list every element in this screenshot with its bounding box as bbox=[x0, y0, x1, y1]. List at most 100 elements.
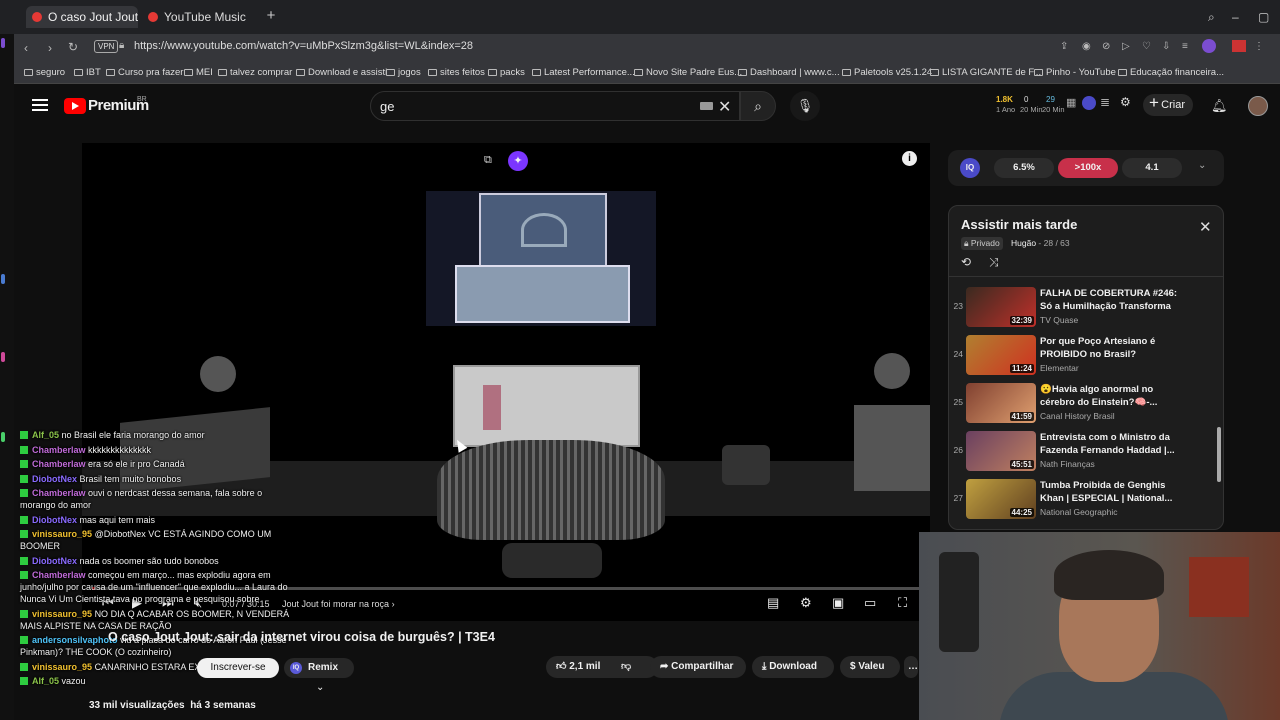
playlist-item-channel[interactable]: TV Quase bbox=[1040, 315, 1078, 325]
profile-icon[interactable] bbox=[1202, 39, 1216, 53]
voice-search-mic-icon[interactable]: 🎙︎ bbox=[790, 91, 820, 121]
chat-username[interactable]: DiobotNex bbox=[32, 474, 77, 484]
bookmark-item[interactable]: Download e assisti bbox=[296, 67, 387, 78]
playlist-item-channel[interactable]: Elementar bbox=[1040, 363, 1079, 373]
playlist-item-title[interactable]: FALHA DE COBERTURA #246: Só a Humilhação… bbox=[1040, 287, 1185, 313]
chat-username[interactable]: DiobotNex bbox=[32, 515, 77, 525]
bookmark-item[interactable]: Pinho - YouTube bbox=[1034, 67, 1116, 78]
download-button[interactable]: ⤓ Download bbox=[752, 656, 834, 678]
iq-logo-icon[interactable]: IQ bbox=[960, 158, 980, 178]
rail-marker[interactable] bbox=[1, 38, 5, 48]
bookmark-item[interactable]: sites feitos bbox=[428, 67, 485, 78]
more-vert-icon[interactable]: ⋮ bbox=[1254, 41, 1264, 52]
playlist-scrollbar[interactable] bbox=[1217, 427, 1221, 482]
subscribe-button[interactable]: Inscrever-se bbox=[197, 658, 279, 678]
remix-button[interactable]: Remix ⌄ bbox=[284, 658, 354, 693]
playlist-item[interactable]: 26 45:51 Entrevista com o Ministro da Faze… bbox=[949, 429, 1217, 475]
sparkle-ai-icon[interactable]: ✦ bbox=[508, 151, 528, 171]
youtube-logo-icon[interactable] bbox=[64, 98, 86, 114]
subtitles-icon[interactable]: ▤ bbox=[767, 595, 779, 611]
chat-username[interactable]: vinissauro_95 bbox=[32, 662, 92, 672]
chat-username[interactable]: Chamberlaw bbox=[32, 570, 86, 580]
chat-username[interactable]: Chamberlaw bbox=[32, 445, 86, 455]
playlist-item-channel[interactable]: National Geographic bbox=[1040, 507, 1118, 517]
bookmark-item[interactable]: LISTA GIGANTE de F... bbox=[930, 67, 1041, 78]
miniplayer-icon[interactable]: ▣ bbox=[832, 595, 844, 611]
hamburger-menu-icon[interactable] bbox=[32, 99, 48, 111]
playlist-item-title[interactable]: Tumba Proibida de Genghis Khan | ESPECIA… bbox=[1040, 479, 1185, 505]
fullscreen-icon[interactable]: ⛶ bbox=[898, 595, 907, 611]
menu-lines-icon[interactable]: ≡ bbox=[1182, 41, 1188, 52]
bookmark-item[interactable]: Novo Site Padre Eus... bbox=[634, 67, 742, 78]
bookmark-item[interactable]: MEI bbox=[184, 67, 213, 78]
vpn-badge[interactable]: VPN bbox=[94, 40, 119, 53]
playlist-item-title[interactable]: Por que Poço Artesiano é PROIBIDO no Bra… bbox=[1040, 335, 1185, 361]
bookmark-item[interactable]: Curso pra fazer bbox=[106, 67, 183, 78]
search-input[interactable]: ge bbox=[380, 99, 394, 114]
grid-icon[interactable]: ▦ bbox=[1066, 96, 1076, 109]
copy-icon[interactable]: ⧉ bbox=[484, 154, 500, 170]
extension-icon[interactable] bbox=[1232, 40, 1246, 52]
iq-metric-highlight[interactable]: >100x bbox=[1058, 158, 1118, 178]
bookmark-item[interactable]: Dashboard | www.c... bbox=[738, 67, 840, 78]
chat-username[interactable]: andersonsilvaphoto bbox=[32, 635, 118, 645]
bookmark-item[interactable]: talvez comprar bbox=[218, 67, 292, 78]
list-icon[interactable]: ≣ bbox=[1100, 95, 1110, 109]
bookmark-item[interactable]: seguro bbox=[24, 67, 65, 78]
video-thumbnail[interactable]: 11:24 bbox=[966, 335, 1036, 375]
lock-icon[interactable]: 🔒︎ bbox=[119, 40, 124, 51]
heart-icon[interactable]: ♡ bbox=[1142, 41, 1151, 52]
rail-marker[interactable] bbox=[1, 274, 5, 284]
video-thumbnail[interactable]: 41:59 bbox=[966, 383, 1036, 423]
loop-icon[interactable]: ⟲ bbox=[961, 255, 971, 269]
chat-username[interactable]: Alf_05 bbox=[32, 430, 59, 440]
search-box[interactable] bbox=[370, 91, 740, 121]
playlist-item-title[interactable]: Entrevista com o Ministro da Fazenda Fer… bbox=[1040, 431, 1185, 457]
chat-username[interactable]: vinissauro_95 bbox=[32, 529, 92, 539]
iq-metric[interactable]: 4.1 bbox=[1122, 158, 1182, 178]
chevron-down-icon[interactable]: ⌄ bbox=[1198, 160, 1206, 171]
bookmark-item[interactable]: Educação financeira... bbox=[1118, 67, 1224, 78]
playlist-item[interactable]: 25 41:59 😮Havia algo anormal no cérebro do… bbox=[949, 381, 1217, 427]
bookmark-item[interactable]: IBT bbox=[74, 67, 101, 78]
playlist-item[interactable]: 24 11:24 Por que Poço Artesiano é PROIBIDO… bbox=[949, 333, 1217, 379]
theater-mode-icon[interactable]: ▭ bbox=[864, 595, 876, 611]
search-button[interactable]: ⌕ bbox=[740, 91, 776, 121]
maximize-icon[interactable]: ▢ bbox=[1258, 10, 1269, 24]
reload-icon[interactable]: ↻ bbox=[68, 40, 78, 54]
playlist-owner[interactable]: Hugão bbox=[1011, 238, 1036, 248]
new-tab-plus-icon[interactable]: + bbox=[264, 8, 278, 23]
notifications-bell-icon[interactable]: 🔔︎ bbox=[1211, 98, 1228, 114]
playlist-item-channel[interactable]: Nath Finanças bbox=[1040, 459, 1095, 469]
shuffle-icon[interactable]: ⤨ bbox=[989, 255, 999, 270]
info-icon[interactable]: i bbox=[902, 151, 917, 166]
browser-tab-youtube-music[interactable]: YouTube Music bbox=[142, 6, 262, 28]
account-avatar[interactable] bbox=[1248, 96, 1268, 116]
rail-marker[interactable] bbox=[1, 432, 5, 442]
like-button[interactable]: 👍︎ 2,1 mil bbox=[556, 661, 600, 672]
playlist-title[interactable]: Assistir mais tarde bbox=[961, 217, 1077, 232]
video-thumbnail[interactable]: 44:25 bbox=[966, 479, 1036, 519]
rail-marker[interactable] bbox=[1, 352, 5, 362]
search-tabs-icon[interactable]: ⌕ bbox=[1208, 10, 1215, 25]
browser-tab-active[interactable]: O caso Jout Jout: sair da bbox=[26, 6, 138, 28]
bookmark-item[interactable]: packs bbox=[488, 67, 525, 78]
chat-username[interactable]: Alf_05 bbox=[32, 676, 59, 686]
bookmark-item[interactable]: Paletools v25.1.24 bbox=[842, 67, 932, 78]
bookmark-item[interactable]: Latest Performance... bbox=[532, 67, 635, 78]
forward-arrow-icon[interactable]: › bbox=[48, 41, 52, 55]
iq-icon[interactable] bbox=[1082, 96, 1096, 110]
robot-icon[interactable]: ⚙ bbox=[1120, 95, 1131, 109]
back-arrow-icon[interactable]: ‹ bbox=[24, 41, 28, 55]
playlist-item[interactable]: 27 44:25 Tumba Proibida de Genghis Khan | … bbox=[949, 477, 1217, 523]
dislike-button[interactable]: 👎︎ bbox=[621, 656, 631, 678]
video-thumbnail[interactable]: 45:51 bbox=[966, 431, 1036, 471]
playlist-item-title[interactable]: 😮Havia algo anormal no cérebro do Einste… bbox=[1040, 383, 1185, 409]
share-button[interactable]: ➦ Compartilhar bbox=[650, 656, 746, 678]
more-actions-button[interactable]: … bbox=[904, 656, 918, 678]
bookmark-item[interactable]: jogos bbox=[386, 67, 421, 78]
chat-username[interactable]: vinissauro_95 bbox=[32, 609, 92, 619]
block-icon[interactable]: ⊘ bbox=[1102, 41, 1110, 52]
chat-username[interactable]: Chamberlaw bbox=[32, 459, 86, 469]
iq-metric[interactable]: 6.5% bbox=[994, 158, 1054, 178]
